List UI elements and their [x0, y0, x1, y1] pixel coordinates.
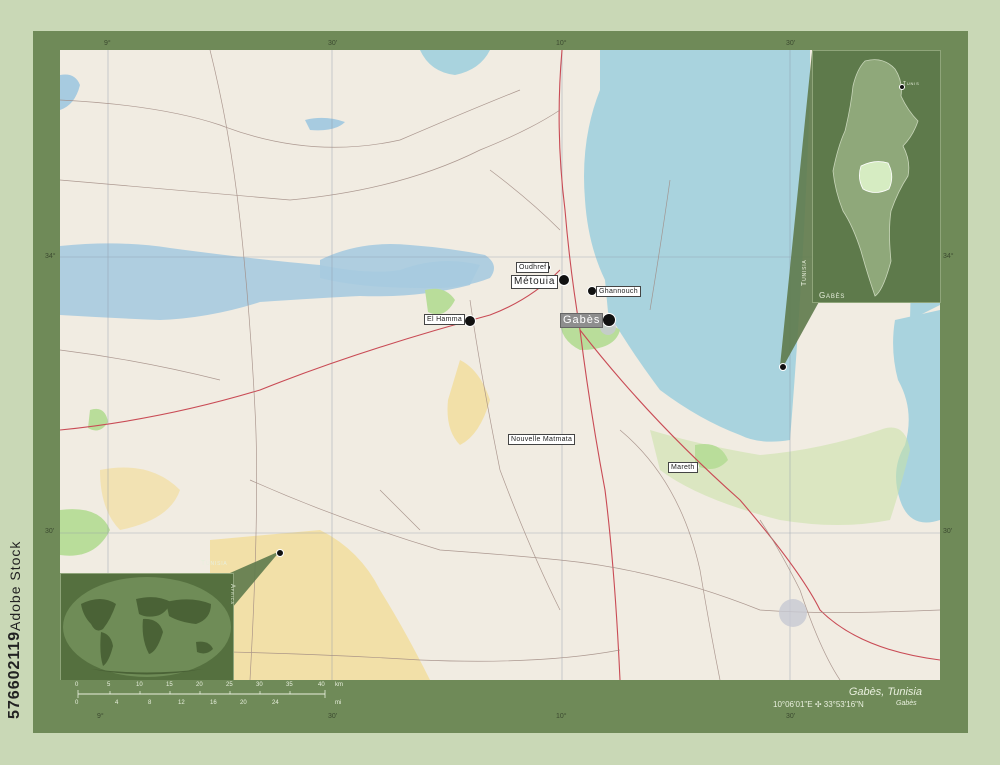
map-coordinates: 10°06'01"E ✣ 33°53'16"N — [773, 700, 864, 709]
stock-brand: Adobe Stock — [7, 540, 23, 632]
inset-capital-label: Tunis — [903, 81, 920, 87]
inset-anchor-dot — [779, 363, 787, 371]
tunisia-shape — [832, 59, 919, 297]
country-inset: Tunis Tunisia Gabès — [801, 50, 941, 303]
scale-km-5: 5 — [107, 682, 111, 688]
stock-id: 576602119 — [6, 631, 23, 720]
scale-mi-24: 24 — [272, 700, 279, 706]
desert-mid — [447, 360, 490, 445]
scale-km-0: 0 — [75, 682, 79, 688]
world-inset: Tunisia Africa — [60, 560, 235, 682]
city-dot-metouia[interactable] — [558, 274, 570, 286]
city-label-ghannouch: Ghannouch — [596, 286, 641, 297]
salt-lake-2 — [320, 244, 494, 289]
scale-km-10: 10 — [136, 682, 143, 688]
sea-east — [893, 310, 940, 523]
oasis-1 — [425, 288, 455, 315]
map-title: Gabès, Tunisia — [848, 686, 922, 698]
sea-north — [420, 50, 490, 75]
tick-left-34: 34° — [45, 253, 56, 260]
oasis-5 — [88, 408, 108, 431]
tick-left-30: 30' — [45, 528, 55, 535]
tick-bottom-10: 10° — [556, 713, 567, 720]
inset-region-label: Gabès — [819, 291, 846, 300]
salt-lake-3 — [305, 117, 345, 131]
tick-top-30b: 30' — [786, 40, 796, 47]
city-label-oudhref: Oudhref — [516, 262, 550, 273]
scale-km-20: 20 — [196, 682, 203, 688]
tick-top-10: 10° — [556, 40, 567, 47]
city-label-nouvelle-matmata: Nouvelle Matmata — [508, 434, 576, 445]
scale-km-30: 30 — [256, 682, 263, 688]
region-highlight — [650, 427, 910, 525]
scale-km-40: 40 — [318, 682, 325, 688]
tick-bottom-9: 9° — [97, 713, 104, 720]
scale-mi-16: 16 — [210, 700, 217, 706]
world-continent-label: Africa — [229, 584, 235, 605]
scale-bar — [77, 690, 326, 698]
tick-right-34: 34° — [943, 253, 954, 260]
map-arrow-label: Gabès — [896, 700, 917, 707]
scale-mi-4: 4 — [115, 700, 119, 706]
desert-west — [100, 467, 180, 530]
world-pointer — [230, 551, 280, 608]
city-label-el-hamma: El Hamma — [424, 314, 466, 325]
scale-mi-20: 20 — [240, 700, 247, 706]
oasis-4 — [60, 509, 110, 556]
scale-mi-8: 8 — [148, 700, 152, 706]
scale-km-35: 35 — [286, 682, 293, 688]
scale-km-25: 25 — [226, 682, 233, 688]
scale-mi-0: 0 — [75, 700, 79, 706]
scale-km-15: 15 — [166, 682, 173, 688]
tick-bottom-30b: 30' — [786, 713, 796, 720]
tick-right-30: 30' — [943, 528, 953, 535]
town-area — [779, 599, 807, 627]
stock-watermark: 576602119Adobe Stock — [6, 530, 34, 730]
city-label-gabes: Gabès — [560, 313, 604, 328]
city-label-metouia: Métouia — [511, 275, 559, 289]
salt-lake-4 — [60, 74, 80, 110]
city-label-mareth: Mareth — [668, 462, 698, 473]
tick-top-9: 9° — [104, 40, 111, 47]
gabes-region-highlight — [859, 161, 893, 193]
city-dot-el-hamma[interactable] — [464, 315, 476, 327]
scale-mi-12: 12 — [178, 700, 185, 706]
tick-top-30a: 30' — [328, 40, 338, 47]
world-country-label: Tunisia — [201, 560, 228, 567]
tick-bottom-30a: 30' — [328, 713, 338, 720]
scale-mi-unit: mi — [335, 700, 342, 706]
world-map — [63, 577, 231, 677]
world-anchor-dot — [276, 549, 284, 557]
inset-country-label: Tunisia — [801, 259, 808, 286]
city-dot-gabes[interactable] — [602, 313, 616, 327]
scale-km-unit: km — [335, 682, 343, 688]
sea — [584, 50, 810, 442]
